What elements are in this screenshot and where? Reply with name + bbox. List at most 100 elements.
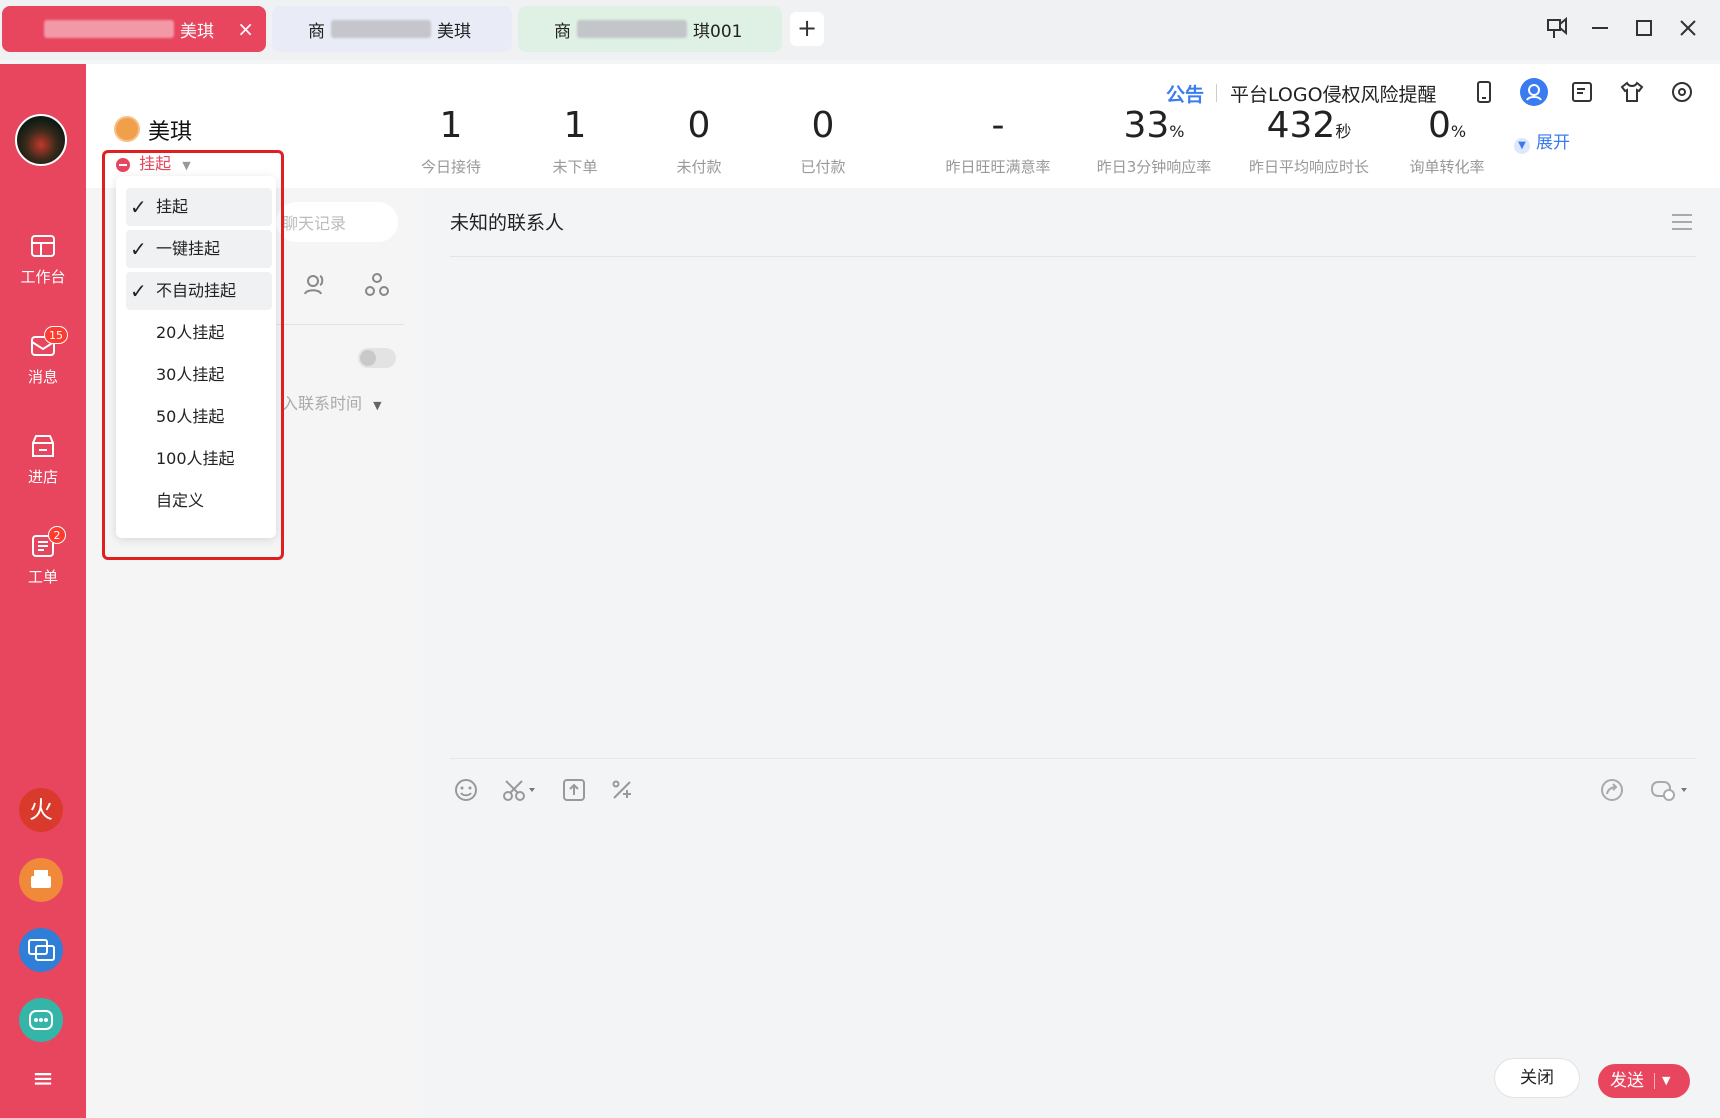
share-icon[interactable]: [1598, 776, 1626, 804]
chevron-down-icon: ▼: [1514, 138, 1530, 154]
sidebar-item-label: 消息: [27, 368, 58, 386]
service-status-icon[interactable]: [1518, 76, 1550, 108]
menu-icon[interactable]: ≡: [0, 1064, 86, 1094]
stat-unit: %: [1450, 122, 1467, 141]
pin-icon[interactable]: [1540, 12, 1572, 44]
stat-value: 1: [439, 105, 463, 146]
close-window-icon[interactable]: [1672, 12, 1704, 44]
stat-label: 未下单: [552, 158, 598, 176]
robot-app-icon[interactable]: [19, 998, 63, 1042]
sidebar-item-store[interactable]: 进店: [0, 432, 86, 487]
annotation-highlight-box: [102, 150, 284, 560]
user-avatar-emoji: [114, 116, 140, 142]
sidebar-item-label: 工作台: [20, 268, 66, 286]
tab-2-label: 美琪: [437, 21, 471, 42]
expand-label: 展开: [1536, 133, 1570, 153]
avatar[interactable]: [15, 114, 67, 166]
mobile-icon[interactable]: [1470, 78, 1498, 106]
stat-today-reception[interactable]: 1 今日接待: [396, 106, 506, 177]
add-tab-button[interactable]: +: [790, 12, 824, 46]
stat-label: 昨日旺旺满意率: [945, 158, 1051, 176]
contacts-icon[interactable]: [302, 272, 328, 298]
redacted-text: [331, 20, 431, 38]
stat-satisfaction[interactable]: - 昨日旺旺满意率: [928, 106, 1068, 177]
title-bar: 美琪 × 商 美琪 商 琪001 +: [0, 0, 1720, 60]
stat-unpaid[interactable]: 0 未付款: [644, 106, 754, 177]
send-button[interactable]: 发送 ▼: [1598, 1064, 1690, 1098]
input-divider: [450, 758, 1696, 759]
quick-reply-icon[interactable]: [1648, 776, 1692, 804]
sidebar-item-ticket[interactable]: 工单 2: [0, 526, 86, 587]
stat-label: 昨日平均响应时长: [1248, 158, 1369, 176]
tab-2[interactable]: 商 美琪: [272, 6, 512, 52]
announcement-text[interactable]: 平台LOGO侵权风险提醒: [1230, 80, 1437, 107]
sidebar-item-message[interactable]: 消息 15: [0, 326, 86, 387]
stat-conversion[interactable]: 0% 询单转化率: [1392, 106, 1502, 177]
settings-icon[interactable]: [1668, 78, 1696, 106]
contact-title: 未知的联系人: [450, 212, 565, 234]
stat-label: 已付款: [800, 158, 846, 176]
tab-1-label: 美琪: [180, 21, 214, 42]
sidebar: 工作台 消息 15 进店 工单 2 火 ≡: [0, 64, 86, 1118]
stat-paid[interactable]: 0 已付款: [768, 106, 878, 177]
sort-dropdown[interactable]: 入联系时间 ▼: [282, 390, 382, 414]
stat-unit: 秒: [1335, 122, 1352, 141]
sidebar-item-label: 进店: [27, 468, 58, 486]
stat-value: 33: [1123, 105, 1170, 146]
toggle-switch[interactable]: [358, 348, 396, 368]
user-name: 美琪: [148, 120, 193, 145]
group-icon[interactable]: [364, 272, 390, 298]
header: 美琪 公告 平台LOGO侵权风险提醒 1 今日接待 1 未下单 0 未付款 0 已付款 …: [86, 64, 1720, 188]
emoji-icon[interactable]: [452, 776, 480, 804]
tab-3-prefix: 商: [554, 21, 571, 42]
screenshot-icon[interactable]: [500, 776, 540, 804]
sidebar-item-label: 工单: [27, 568, 58, 586]
close-tab-icon[interactable]: ×: [237, 17, 254, 41]
stat-response-rate[interactable]: 33% 昨日3分钟响应率: [1074, 106, 1234, 177]
search-placeholder: 聊天记录: [282, 214, 347, 233]
sort-label: 入联系时间: [282, 394, 363, 413]
stat-value: -: [991, 105, 1005, 146]
divider: [276, 324, 404, 325]
sidebar-item-workbench[interactable]: 工作台: [0, 232, 86, 287]
stat-label: 询单转化率: [1409, 158, 1485, 176]
stat-value: 1: [563, 105, 587, 146]
redacted-text: [44, 20, 174, 38]
minimize-icon[interactable]: [1584, 12, 1616, 44]
chat-area: 未知的联系人 关闭 发送 ▼: [424, 188, 1720, 1118]
divider: [1654, 1073, 1655, 1089]
stat-unit: %: [1169, 122, 1185, 141]
stat-avg-response[interactable]: 432秒昨日平均响应时长: [1234, 106, 1384, 177]
stat-label: 未付款: [676, 158, 722, 176]
chat-app-icon[interactable]: [19, 928, 63, 972]
discount-icon[interactable]: [608, 776, 636, 804]
fire-app-icon[interactable]: 火: [19, 788, 63, 832]
close-chat-button[interactable]: 关闭: [1494, 1058, 1580, 1098]
stat-label: 今日接待: [420, 158, 481, 176]
stat-value: 0: [811, 105, 835, 146]
printer-app-icon[interactable]: [19, 858, 63, 902]
send-label: 发送: [1610, 1071, 1644, 1091]
stat-value: 432: [1266, 105, 1336, 146]
announcement-label[interactable]: 公告: [1166, 80, 1204, 107]
caret-down-icon: ▼: [373, 399, 382, 412]
tab-3-label: 琪001: [693, 21, 743, 42]
stat-value: 0: [687, 105, 711, 146]
store-icon: [32, 435, 54, 457]
more-menu-icon[interactable]: [1668, 208, 1696, 236]
divider: [1216, 84, 1217, 102]
tab-3[interactable]: 商 琪001: [518, 6, 782, 52]
stat-no-order[interactable]: 1 未下单: [520, 106, 630, 177]
divider: [450, 256, 1696, 257]
note-icon[interactable]: [1568, 78, 1596, 106]
tab-1[interactable]: 美琪 ×: [2, 6, 266, 52]
ticket-badge: 2: [48, 526, 66, 544]
stat-value: 0: [1427, 105, 1451, 146]
skin-icon[interactable]: [1618, 78, 1646, 106]
upload-icon[interactable]: [560, 776, 588, 804]
caret-down-icon[interactable]: ▼: [1662, 1064, 1670, 1098]
redacted-text: [577, 20, 687, 38]
unread-badge: 15: [44, 326, 68, 344]
maximize-icon[interactable]: [1628, 12, 1660, 44]
expand-button[interactable]: ▼ 展开: [1514, 128, 1570, 154]
